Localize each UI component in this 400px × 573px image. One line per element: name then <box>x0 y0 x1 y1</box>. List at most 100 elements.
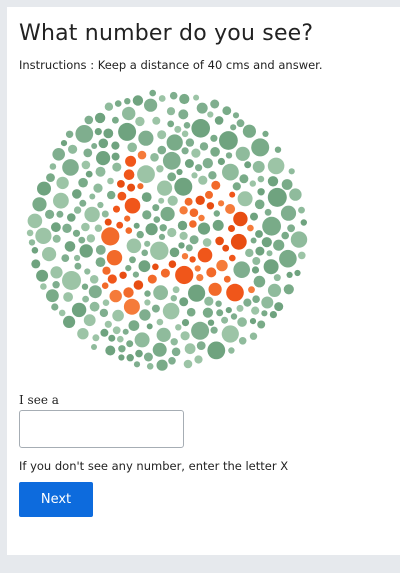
figure-dot <box>198 214 205 222</box>
background-dot <box>151 304 160 313</box>
background-dot <box>56 176 69 190</box>
background-dot <box>179 231 188 240</box>
figure-dot <box>215 236 224 246</box>
background-dot <box>251 266 260 274</box>
figure-dot <box>206 202 215 210</box>
background-dot <box>74 262 82 270</box>
next-button[interactable]: Next <box>19 482 93 517</box>
background-dot <box>210 134 218 142</box>
background-dot <box>126 354 134 362</box>
background-dot <box>81 222 90 232</box>
background-dot <box>26 229 34 237</box>
background-dot <box>124 98 131 105</box>
background-dot <box>118 345 126 353</box>
figure-dot <box>119 271 127 279</box>
background-dot <box>176 168 183 176</box>
background-dot <box>179 93 190 105</box>
background-dot <box>244 161 252 169</box>
figure-dot <box>123 287 134 298</box>
answer-input[interactable] <box>19 410 184 448</box>
background-dot <box>225 307 232 314</box>
background-dot <box>289 188 302 201</box>
figure-dot <box>107 274 117 284</box>
background-dot <box>167 195 178 206</box>
background-dot <box>68 144 78 154</box>
figure-dot <box>226 283 244 302</box>
background-dot <box>77 328 89 340</box>
background-dot <box>213 210 220 217</box>
background-dot <box>257 175 265 183</box>
background-dot <box>298 251 306 260</box>
figure-dot <box>104 218 112 226</box>
background-dot <box>160 206 175 222</box>
background-dot <box>31 259 41 269</box>
background-dot <box>186 307 196 317</box>
background-dot <box>104 102 114 111</box>
background-dot <box>50 266 63 279</box>
background-dot <box>280 205 297 221</box>
background-dot <box>107 190 116 200</box>
background-dot <box>251 306 260 315</box>
background-dot <box>112 116 119 124</box>
background-dot <box>267 176 279 187</box>
background-dot <box>107 177 114 185</box>
background-dot <box>52 234 61 243</box>
background-dot <box>108 334 116 342</box>
background-dot <box>158 197 165 204</box>
background-dot <box>142 210 152 220</box>
background-dot <box>51 303 59 311</box>
background-dot <box>128 320 140 331</box>
background-dot <box>196 102 208 114</box>
figure-dot <box>101 282 109 289</box>
background-dot <box>255 246 265 256</box>
background-dot <box>46 289 59 303</box>
background-dot <box>250 212 258 221</box>
test-card: What number do you see? Instructions : K… <box>7 7 400 555</box>
background-dot <box>283 284 294 295</box>
background-dot <box>298 206 305 214</box>
instructions-text: Instructions : Keep a distance of 40 cms… <box>19 58 323 72</box>
background-dot <box>156 165 164 173</box>
background-dot <box>146 323 153 330</box>
background-dot <box>172 286 180 294</box>
background-dot <box>100 328 109 337</box>
figure-dot <box>196 274 204 282</box>
figure-dot <box>189 256 196 263</box>
background-dot <box>281 179 293 190</box>
background-dot <box>61 254 70 262</box>
background-dot <box>84 268 91 275</box>
background-dot <box>221 316 229 324</box>
figure-dot <box>205 190 213 199</box>
background-dot <box>144 98 158 112</box>
background-dot <box>288 168 295 175</box>
background-dot <box>98 138 109 149</box>
background-dot <box>261 237 272 248</box>
figure-dot <box>102 266 111 275</box>
figure-dot <box>168 260 177 268</box>
background-dot <box>105 345 116 356</box>
background-dot <box>191 119 210 138</box>
background-dot <box>262 130 269 137</box>
background-dot <box>135 116 145 127</box>
background-dot <box>212 219 224 231</box>
background-dot <box>52 148 65 161</box>
background-dot <box>78 177 88 188</box>
background-dot <box>230 124 237 131</box>
background-dot <box>252 160 265 173</box>
background-dot <box>162 302 180 320</box>
background-dot <box>233 261 250 278</box>
background-dot <box>207 111 214 118</box>
figure-dot <box>124 197 141 214</box>
background-dot <box>97 201 104 209</box>
background-dot <box>144 240 151 247</box>
background-dot <box>249 332 258 340</box>
background-dot <box>157 145 167 155</box>
background-dot <box>83 148 93 158</box>
background-dot <box>181 130 189 138</box>
background-dot <box>84 206 100 223</box>
background-dot <box>196 341 206 350</box>
background-dot <box>267 187 287 207</box>
background-dot <box>118 122 137 141</box>
background-dot <box>92 334 100 342</box>
background-dot <box>72 189 82 199</box>
